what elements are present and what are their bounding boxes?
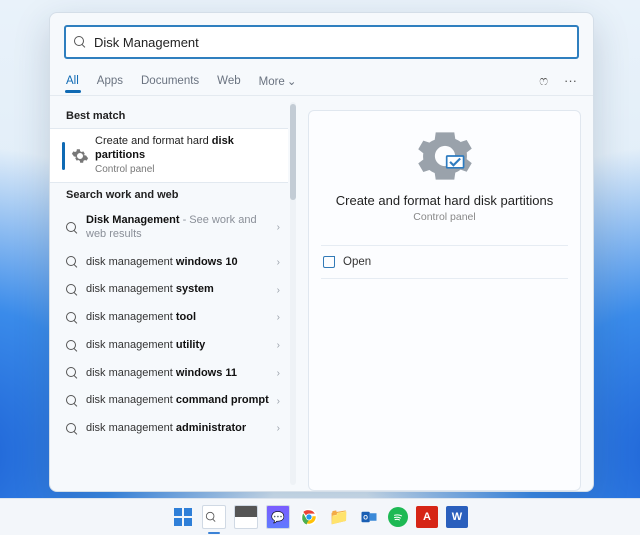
suggestion-item[interactable]: disk management command prompt›	[62, 387, 288, 415]
suggestion-item[interactable]: disk management windows 10›	[62, 249, 288, 277]
search-icon	[66, 256, 78, 268]
suggestion-item[interactable]: disk management utility›	[62, 332, 288, 360]
suggestion-label: disk management utility	[86, 339, 277, 353]
search-icon	[74, 36, 86, 48]
word-icon[interactable]: W	[446, 506, 468, 528]
search-icon	[206, 512, 216, 522]
chevron-right-icon: ›	[277, 285, 280, 296]
suggestion-label: disk management tool	[86, 311, 277, 325]
search-icon	[66, 395, 78, 407]
start-button[interactable]	[172, 506, 194, 528]
search-panel: All Apps Documents Web More⌄ ෆ ··· Best …	[49, 12, 594, 492]
chevron-right-icon: ›	[277, 257, 280, 268]
detail-card: Create and format hard disk partitions C…	[308, 110, 581, 491]
chevron-right-icon: ›	[277, 368, 280, 379]
tab-web[interactable]: Web	[217, 75, 240, 87]
org-search-icon[interactable]: ෆ	[539, 73, 548, 89]
tab-apps[interactable]: Apps	[97, 75, 123, 87]
suggestion-label: disk management windows 11	[86, 367, 277, 381]
search-icon	[66, 284, 78, 296]
search-icon	[66, 222, 78, 234]
tab-documents[interactable]: Documents	[141, 75, 199, 87]
best-match-header: Best match	[62, 104, 288, 128]
results-right: Create and format hard disk partitions C…	[296, 96, 593, 491]
chevron-right-icon: ›	[277, 340, 280, 351]
task-view[interactable]	[234, 505, 258, 529]
suggestion-label: disk management command prompt	[86, 394, 277, 408]
chevron-right-icon: ›	[277, 396, 280, 407]
gear-icon	[71, 147, 89, 165]
svg-text:O: O	[363, 515, 368, 521]
suggestion-label: disk management administrator	[86, 422, 277, 436]
suggestion-label: Disk Management - See work and web resul…	[86, 214, 277, 242]
suggestion-list: Disk Management - See work and web resul…	[62, 207, 288, 443]
suggestion-label: disk management system	[86, 283, 277, 297]
more-options-icon[interactable]: ···	[564, 73, 577, 89]
suggestion-label: disk management windows 10	[86, 256, 277, 270]
gear-large-icon	[418, 129, 472, 183]
detail-title: Create and format hard disk partitions	[336, 193, 554, 208]
search-web-header: Search work and web	[62, 183, 288, 207]
results-body: Best match Create and format hard disk p…	[50, 96, 593, 491]
open-action[interactable]: Open	[321, 245, 568, 279]
chevron-down-icon: ⌄	[287, 74, 297, 88]
file-explorer-icon[interactable]: 📁	[328, 506, 350, 528]
search-icon	[66, 367, 78, 379]
suggestion-item[interactable]: disk management tool›	[62, 304, 288, 332]
search-icon	[66, 312, 78, 324]
suggestion-item[interactable]: disk management system›	[62, 276, 288, 304]
windows-logo-icon	[174, 508, 192, 526]
results-left: Best match Create and format hard disk p…	[50, 96, 288, 491]
chat-icon[interactable]: 💬	[266, 505, 290, 529]
suggestion-item[interactable]: disk management administrator›	[62, 415, 288, 443]
filter-tabs: All Apps Documents Web More⌄ ෆ ···	[50, 67, 593, 96]
suggestion-item[interactable]: disk management windows 11›	[62, 360, 288, 388]
chevron-right-icon: ›	[277, 312, 280, 323]
search-row	[50, 13, 593, 67]
chrome-icon[interactable]	[298, 506, 320, 528]
search-icon	[66, 423, 78, 435]
outlook-icon[interactable]: O	[358, 506, 380, 528]
open-label: Open	[343, 256, 371, 268]
taskbar-search[interactable]	[202, 505, 226, 529]
chevron-right-icon: ›	[277, 423, 280, 434]
search-input[interactable]	[92, 34, 569, 51]
chevron-right-icon: ›	[277, 222, 280, 233]
best-match-text: Create and format hard disk partitions C…	[95, 135, 234, 176]
tab-all[interactable]: All	[66, 75, 79, 87]
adobe-reader-icon[interactable]: A	[416, 506, 438, 528]
detail-sub: Control panel	[413, 211, 475, 223]
open-icon	[323, 256, 335, 268]
suggestion-item[interactable]: Disk Management - See work and web resul…	[62, 207, 288, 249]
best-match-item[interactable]: Create and format hard disk partitions C…	[50, 128, 288, 183]
taskbar: 💬 📁 O A W	[0, 498, 640, 535]
selection-accent	[62, 142, 65, 170]
search-icon	[66, 340, 78, 352]
search-box[interactable]	[64, 25, 579, 59]
spotify-icon[interactable]	[388, 507, 408, 527]
tab-more[interactable]: More⌄	[259, 74, 297, 88]
